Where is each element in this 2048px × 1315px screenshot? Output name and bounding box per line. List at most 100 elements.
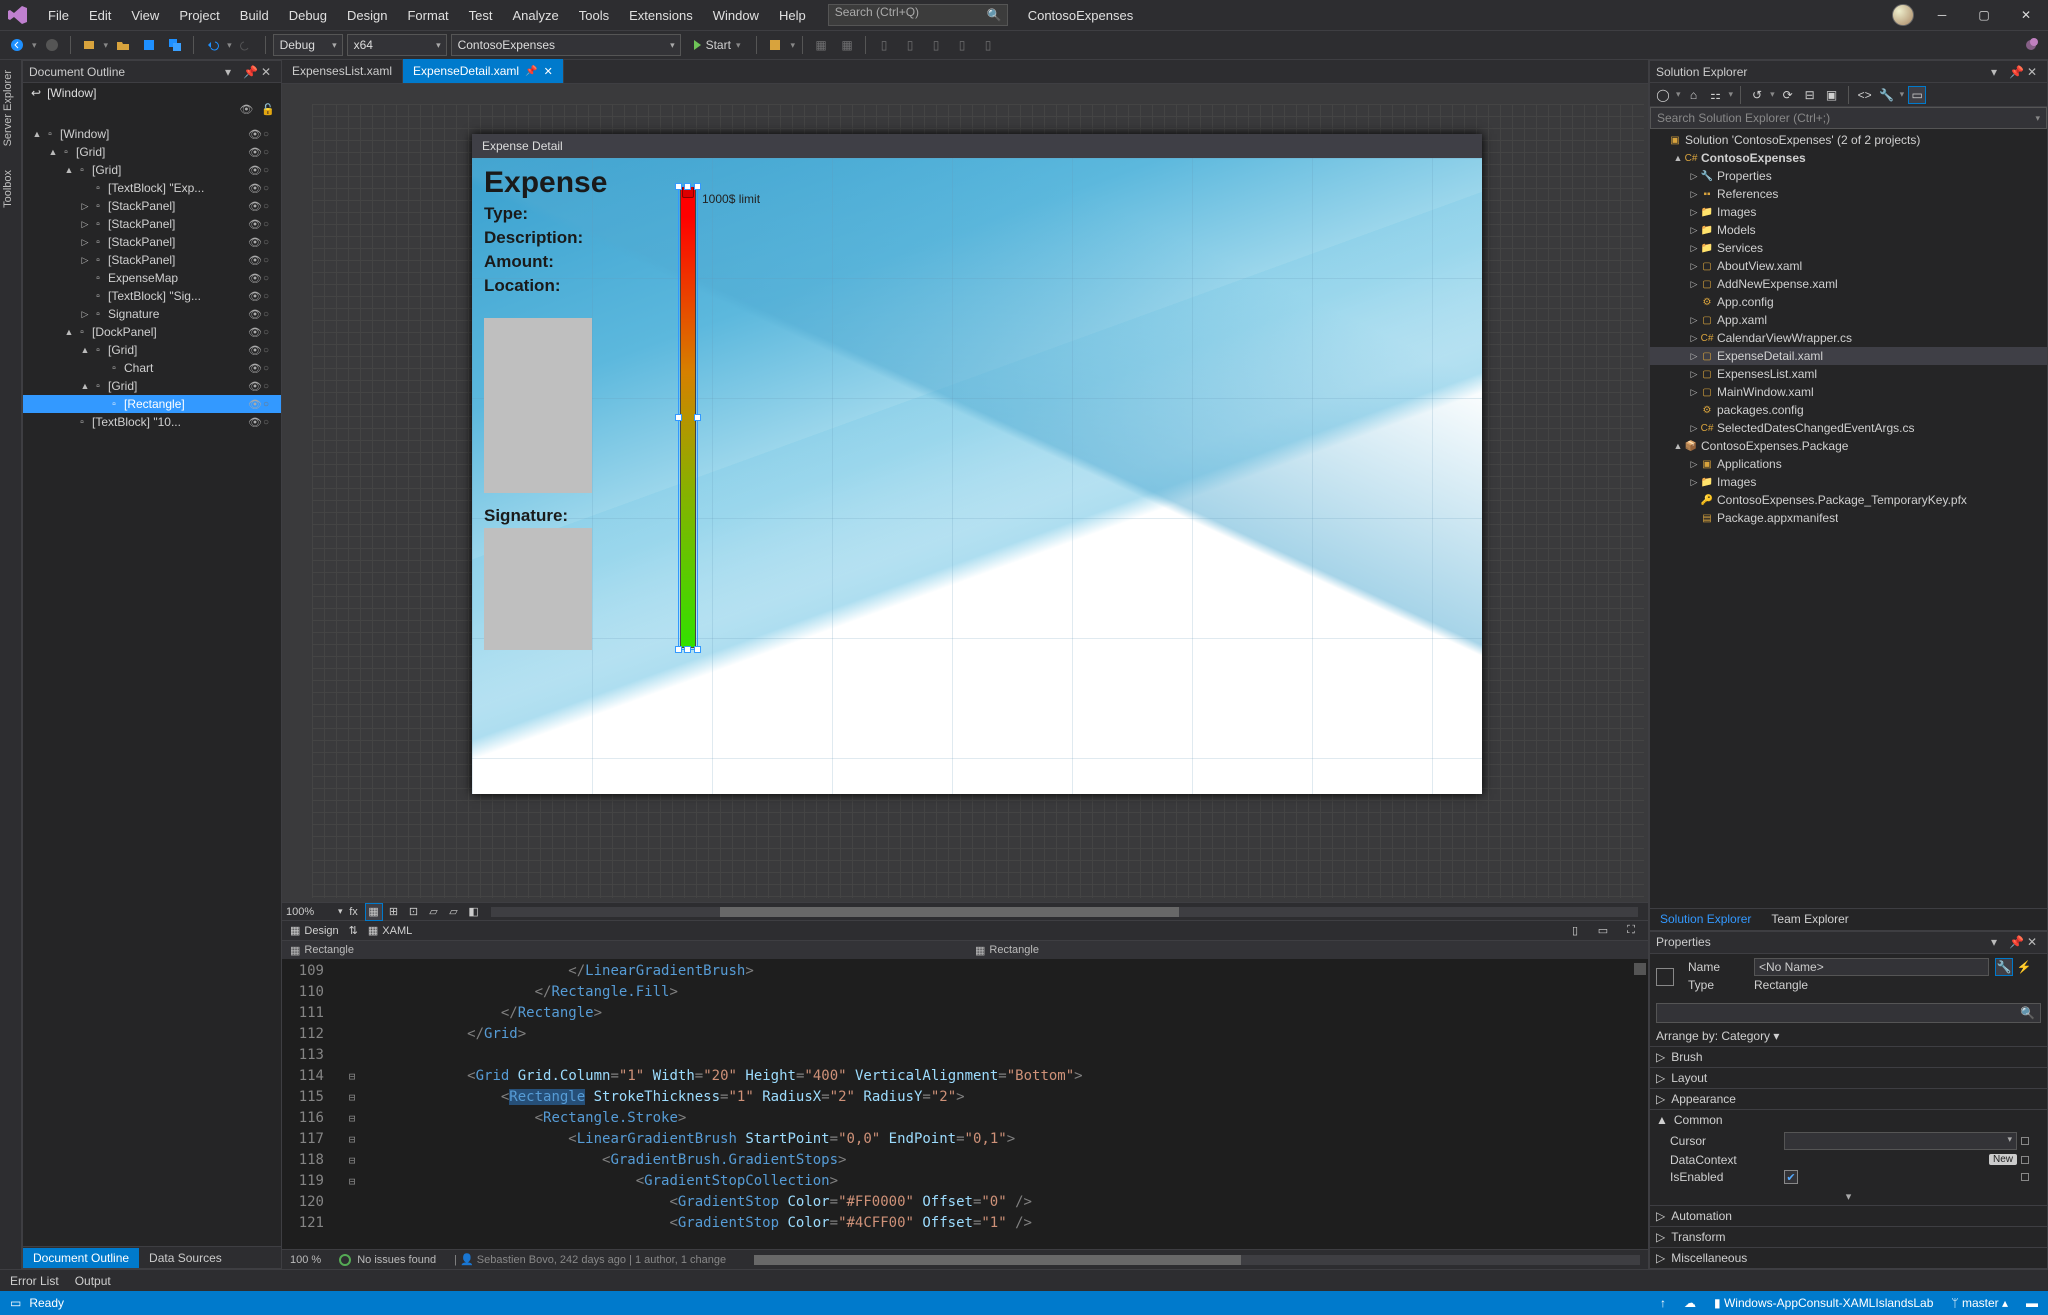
outline-root[interactable]: ↩ [Window] — [23, 83, 281, 103]
grid-icon[interactable]: ▦ — [365, 903, 383, 921]
server-explorer-tab[interactable]: Server Explorer — [0, 66, 21, 150]
outline-node[interactable]: ▫ExpenseMap👁○ — [23, 269, 281, 287]
prop-name-input[interactable] — [1754, 958, 1989, 976]
browse-icon[interactable] — [764, 34, 786, 56]
outline-node[interactable]: ▷▫[StackPanel]👁○ — [23, 215, 281, 233]
menu-test[interactable]: Test — [459, 4, 503, 27]
menu-tools[interactable]: Tools — [569, 4, 619, 27]
se-home-icon[interactable]: ⌂ — [1685, 86, 1703, 104]
menu-analyze[interactable]: Analyze — [503, 4, 569, 27]
expand-more-icon[interactable]: ▾ — [1650, 1188, 2047, 1205]
nav-back-icon[interactable] — [6, 34, 28, 56]
outline-node[interactable]: ▲▫[Grid]👁○ — [23, 161, 281, 179]
outline-node[interactable]: ▲▫[Grid]👁○ — [23, 377, 281, 395]
events-icon[interactable]: ⚡ — [2015, 958, 2033, 976]
menu-build[interactable]: Build — [230, 4, 279, 27]
cat-header[interactable]: ▷Miscellaneous — [1650, 1248, 2047, 1268]
group3-icon[interactable]: ▯ — [925, 34, 947, 56]
error-list-tab[interactable]: Error List — [10, 1274, 59, 1288]
solution-node[interactable]: ▷▣Applications — [1650, 455, 2047, 473]
outline-node[interactable]: ▫[TextBlock] "Sig...👁○ — [23, 287, 281, 305]
expand-icon[interactable]: ⛶ — [1622, 922, 1640, 940]
add-source-icon[interactable]: ↑ — [1660, 1296, 1666, 1310]
menu-project[interactable]: Project — [169, 4, 229, 27]
live-share-icon[interactable] — [2020, 34, 2042, 56]
solution-node[interactable]: ▲📦ContosoExpenses.Package — [1650, 437, 2047, 455]
maximize-button[interactable]: ▢ — [1970, 5, 1998, 25]
outline-node[interactable]: ▷▫Signature👁○ — [23, 305, 281, 323]
solution-node[interactable]: ⚙App.config — [1650, 293, 2047, 311]
gradient-rectangle[interactable] — [680, 188, 696, 648]
align1-icon[interactable]: ▦ — [810, 34, 832, 56]
arrange-by[interactable]: Arrange by: Category ▾ — [1650, 1026, 2047, 1046]
solution-node[interactable]: ▷▢ExpensesList.xaml — [1650, 365, 2047, 383]
save-icon[interactable] — [138, 34, 160, 56]
se-refresh-icon[interactable]: ⟳ — [1779, 86, 1797, 104]
dropdown-icon[interactable]: ▾ — [225, 65, 239, 79]
xaml-code-editor[interactable]: 109110111112113114115116117118119120121 … — [282, 959, 1648, 1249]
cloud-icon[interactable]: ☁ — [1684, 1296, 1696, 1310]
tool2-icon[interactable]: ▱ — [445, 903, 463, 921]
cat-header[interactable]: ▷Layout — [1650, 1068, 2047, 1088]
swap-icon[interactable]: ⇅ — [349, 924, 358, 937]
solution-node[interactable]: ▷C#CalendarViewWrapper.cs — [1650, 329, 2047, 347]
outline-node[interactable]: ▫[TextBlock] "10...👁○ — [23, 413, 281, 431]
back-arrow-icon[interactable]: ↩ — [31, 86, 41, 100]
toolbox-tab[interactable]: Toolbox — [0, 166, 21, 212]
se-dropdown-icon[interactable]: ▾ — [1991, 65, 2005, 79]
marker-icon[interactable] — [2021, 1137, 2029, 1145]
crumb-right[interactable]: ▦ Rectangle — [975, 944, 1039, 957]
tool1-icon[interactable]: ▱ — [425, 903, 443, 921]
solution-node[interactable]: ▷▢App.xaml — [1650, 311, 2047, 329]
outline-node[interactable]: ▲▫[Window]👁○ — [23, 125, 281, 143]
align2-icon[interactable]: ▦ — [836, 34, 858, 56]
split-h-icon[interactable]: ▯ — [1566, 922, 1584, 940]
sol-tab-solution[interactable]: Solution Explorer — [1650, 909, 1761, 930]
save-all-icon[interactable] — [164, 34, 186, 56]
isenabled-checkbox[interactable]: ✔ — [1784, 1170, 1798, 1184]
se-pin-icon[interactable]: 📌 — [2009, 65, 2023, 79]
outline-node[interactable]: ▫Chart👁○ — [23, 359, 281, 377]
solution-search[interactable]: Search Solution Explorer (Ctrl+;) ▾ — [1650, 107, 2047, 129]
cursor-combo[interactable] — [1784, 1132, 2017, 1150]
solution-node[interactable]: ▤Package.appxmanifest — [1650, 509, 2047, 527]
cat-common-header[interactable]: ▲Common — [1650, 1110, 2047, 1130]
add-split-icon[interactable] — [1634, 963, 1646, 975]
se-collapse-icon[interactable]: ⊟ — [1801, 86, 1819, 104]
cat-header[interactable]: ▷Brush — [1650, 1047, 2047, 1067]
branch-indicator[interactable]: ᛘ master ▴ — [1951, 1296, 2008, 1310]
se-prop-icon[interactable]: 🔧 — [1878, 86, 1896, 104]
doc-tab[interactable]: ExpensesList.xaml — [282, 59, 403, 83]
solution-node[interactable]: ⚙packages.config — [1650, 401, 2047, 419]
se-close-icon[interactable]: ✕ — [2027, 65, 2041, 79]
startup-combo[interactable]: ContosoExpenses — [451, 34, 681, 56]
close-icon[interactable]: ✕ — [261, 65, 275, 79]
solution-node[interactable]: ▣Solution 'ContosoExpenses' (2 of 2 proj… — [1650, 131, 2047, 149]
solution-node[interactable]: ▷📁Services — [1650, 239, 2047, 257]
pin-icon[interactable]: 📌 — [243, 65, 257, 79]
marker-icon[interactable] — [2021, 1156, 2029, 1164]
btm-tab-outline[interactable]: Document Outline — [23, 1248, 139, 1268]
group5-icon[interactable]: ▯ — [977, 34, 999, 56]
solution-node[interactable]: ▷▢ExpenseDetail.xaml — [1650, 347, 2047, 365]
solution-node[interactable]: ▷C#SelectedDatesChangedEventArgs.cs — [1650, 419, 2047, 437]
snap-icon[interactable]: ⊞ — [385, 903, 403, 921]
tool3-icon[interactable]: ◧ — [465, 903, 483, 921]
start-button[interactable]: Start▾ — [685, 34, 750, 56]
prop-search-input[interactable] — [1656, 1003, 2041, 1023]
close-button[interactable]: ✕ — [2012, 5, 2040, 25]
notifications-icon[interactable]: ▬ — [2026, 1296, 2038, 1310]
outline-node[interactable]: ▫[Rectangle]👁○ — [23, 395, 281, 413]
se-showall-icon[interactable]: ▣ — [1823, 86, 1841, 104]
crumb-left[interactable]: ▦ Rectangle — [290, 944, 354, 957]
solution-node[interactable]: ▷📁Models — [1650, 221, 2047, 239]
split-v-icon[interactable]: ▭ — [1594, 922, 1612, 940]
outline-node[interactable]: ▲▫[DockPanel]👁○ — [23, 323, 281, 341]
cat-header[interactable]: ▷Transform — [1650, 1227, 2047, 1247]
menu-help[interactable]: Help — [769, 4, 816, 27]
doc-tab[interactable]: ExpenseDetail.xaml📌✕ — [403, 59, 564, 83]
menu-window[interactable]: Window — [703, 4, 769, 27]
quick-search[interactable]: Search (Ctrl+Q) 🔍 — [828, 4, 1008, 26]
open-icon[interactable] — [112, 34, 134, 56]
code-h-scroll[interactable] — [754, 1255, 1640, 1265]
